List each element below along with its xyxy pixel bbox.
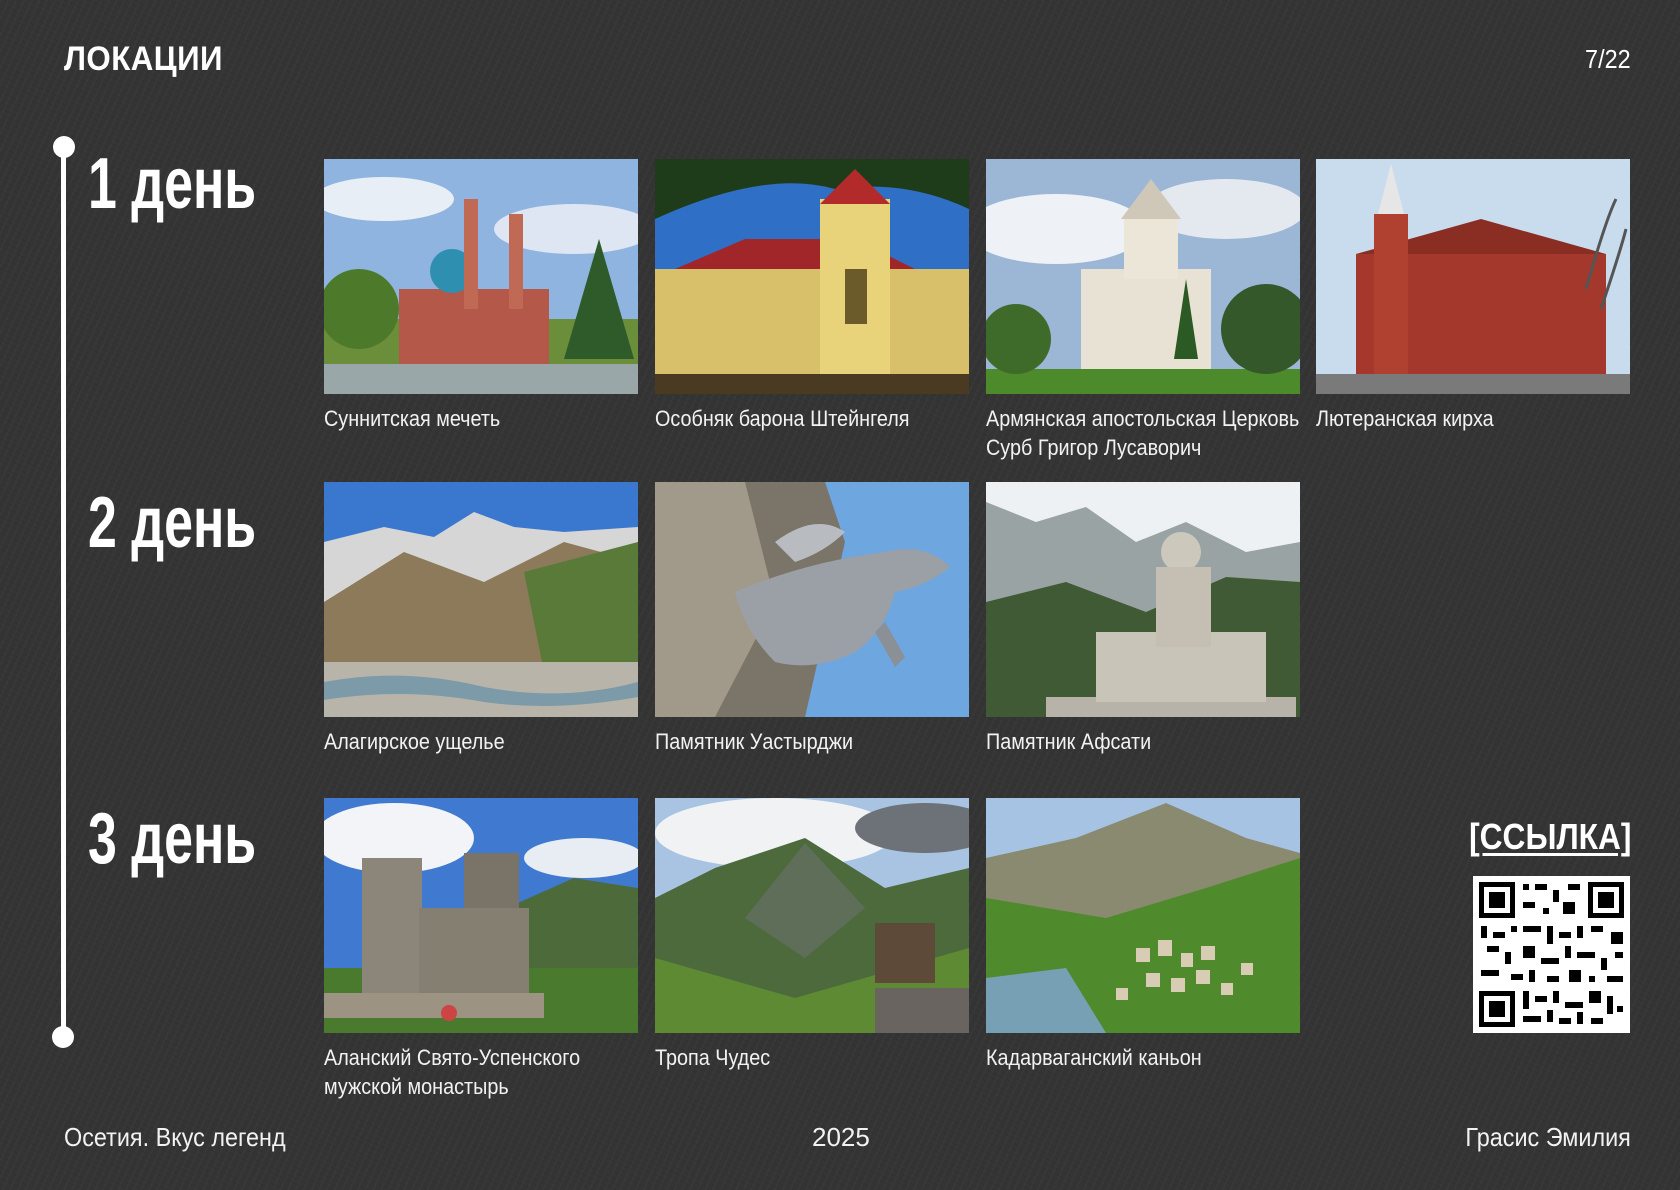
location-card-uastyrdzhi-monument[interactable]: Памятник Уастырджи xyxy=(655,482,969,756)
day-2-label: 2 день xyxy=(88,483,257,563)
location-card-alan-monastery[interactable]: Аланский Свято-Успенского мужской монаст… xyxy=(324,798,638,1101)
location-card-kadargavan-canyon[interactable]: Кадарваганский каньон xyxy=(986,798,1300,1072)
armenian-church-photo xyxy=(986,159,1300,394)
location-caption: Кадарваганский каньон xyxy=(986,1045,1202,1070)
location-card-sunni-mosque[interactable]: Суннитская мечеть xyxy=(324,159,638,433)
location-card-lutheran-church[interactable]: Лютеранская кирха xyxy=(1316,159,1630,433)
qr-code-icon[interactable] xyxy=(1473,876,1630,1033)
location-caption: Особняк барона Штейнгеля xyxy=(655,406,910,431)
footer-project-title: Осетия. Вкус легенд xyxy=(64,1122,286,1152)
alagir-gorge-photo xyxy=(324,482,638,717)
uastyrdzhi-monument-photo xyxy=(655,482,969,717)
sunni-mosque-photo xyxy=(324,159,638,394)
kadargavan-canyon-photo xyxy=(986,798,1300,1033)
location-card-steingel-mansion[interactable]: Особняк барона Штейнгеля xyxy=(655,159,969,433)
location-card-alagir-gorge[interactable]: Алагирское ущелье xyxy=(324,482,638,756)
location-caption: Аланский Свято-Успенского мужской монаст… xyxy=(324,1045,581,1099)
day-3-label: 3 день xyxy=(88,799,257,879)
location-caption: Армянская апостольская Церковь Сурб Григ… xyxy=(986,406,1300,460)
afsati-monument-photo xyxy=(986,482,1300,717)
location-caption: Памятник Уастырджи xyxy=(655,729,854,754)
location-card-armenian-church[interactable]: Армянская апостольская Церковь Сурб Григ… xyxy=(986,159,1300,462)
page-number: 7/22 xyxy=(1585,44,1631,74)
trail-of-wonders-photo xyxy=(655,798,969,1033)
location-card-afsati-monument[interactable]: Памятник Афсати xyxy=(986,482,1300,756)
location-caption: Лютеранская кирха xyxy=(1316,406,1494,431)
page-title: ЛОКАЦИИ xyxy=(64,40,224,78)
footer-author: Грасис Эмилия xyxy=(1465,1122,1631,1152)
location-card-trail-of-wonders[interactable]: Тропа Чудес xyxy=(655,798,969,1072)
location-caption: Памятник Афсати xyxy=(986,729,1152,754)
link[interactable]: [ССЫЛКА] xyxy=(1469,816,1631,858)
steingel-mansion-photo xyxy=(655,159,969,394)
location-caption: Алагирское ущелье xyxy=(324,729,505,754)
alan-monastery-photo xyxy=(324,798,638,1033)
location-caption: Суннитская мечеть xyxy=(324,406,501,431)
lutheran-church-photo xyxy=(1316,159,1630,394)
timeline-start-dot xyxy=(53,136,75,158)
footer-year: 2025 xyxy=(812,1122,870,1152)
day-1-label: 1 день xyxy=(88,144,257,224)
location-caption: Тропа Чудес xyxy=(655,1045,771,1070)
timeline-line xyxy=(61,147,66,1037)
timeline-end-dot xyxy=(52,1026,74,1048)
